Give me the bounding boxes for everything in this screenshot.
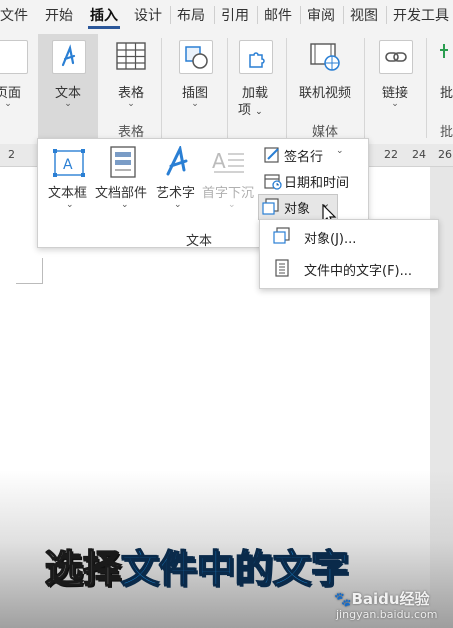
addins-button[interactable]: 加载 项 ⌄ xyxy=(232,38,278,118)
signature-line-button[interactable]: 签名行 ⌄ xyxy=(262,144,354,166)
chevron-down-icon: ⌄ xyxy=(66,200,74,210)
tab-separator xyxy=(170,6,171,24)
ruler-number: 26 xyxy=(438,148,452,161)
watermark-brand: 🐾Baidu经验 xyxy=(334,588,430,609)
tab-separator xyxy=(386,6,387,24)
baidu-paw-icon: 🐾 xyxy=(334,592,352,608)
margin-corner-mark xyxy=(16,283,43,284)
quick-parts-icon xyxy=(109,146,137,182)
date-time-label: 日期和时间 xyxy=(284,176,350,191)
illustrations-button[interactable]: 插图 ⌄ xyxy=(170,38,220,109)
svg-text:A: A xyxy=(212,149,226,173)
online-video-label: 联机视频 xyxy=(298,86,351,101)
wordart-button[interactable]: 艺术字 ⌄ xyxy=(156,144,200,216)
ribbon-group-separator xyxy=(227,38,228,138)
quick-parts-button[interactable]: 文档部件 ⌄ xyxy=(95,146,155,216)
ribbon-group-separator xyxy=(426,38,427,138)
tab-developer[interactable]: 开发工具 xyxy=(393,5,449,25)
wordart-label: 艺术字 xyxy=(156,186,196,201)
tab-insert[interactable]: 插入 xyxy=(90,5,118,25)
tab-review[interactable]: 审阅 xyxy=(307,5,335,25)
quick-parts-label: 文档部件 xyxy=(95,186,148,201)
active-tab-indicator xyxy=(88,26,120,29)
calendar-icon xyxy=(264,172,282,194)
comment-label: 批 xyxy=(440,86,453,101)
watermark-brand-text: Baidu经验 xyxy=(351,590,430,608)
chevron-down-icon: ⌄ xyxy=(121,200,129,210)
ruler-number: 22 xyxy=(384,148,398,161)
ruler-number: 24 xyxy=(412,148,426,161)
textbox-label: 文本框 xyxy=(48,186,88,201)
textbox-icon: A xyxy=(52,148,86,182)
tab-separator xyxy=(300,6,301,24)
margin-corner-mark xyxy=(42,258,43,284)
svg-text:A: A xyxy=(63,157,73,173)
chevron-down-icon: ⌄ xyxy=(391,99,399,109)
object-label: 对象 xyxy=(284,202,311,217)
online-video-icon xyxy=(309,40,341,72)
textbox-button[interactable]: A 文本框 ⌄ xyxy=(48,146,92,216)
text-button[interactable]: 文本 ⌄ xyxy=(38,38,98,109)
submenu-object-label: 对象(J)... xyxy=(304,232,357,247)
comment-button[interactable]: 批 xyxy=(436,38,453,106)
tab-separator xyxy=(343,6,344,24)
tab-view[interactable]: 视图 xyxy=(350,5,378,25)
submenu-text-from-file-label: 文件中的文字(F)... xyxy=(304,264,413,279)
wordart-icon xyxy=(162,144,192,182)
link-button[interactable]: 链接 ⌄ xyxy=(372,38,418,109)
date-time-button[interactable]: 日期和时间 xyxy=(262,170,362,192)
addins-label-2-text: 项 xyxy=(238,103,252,118)
chevron-down-icon: ⌄ xyxy=(228,200,236,210)
chevron-down-icon: ⌄ xyxy=(64,99,72,109)
ribbon-group-separator xyxy=(286,38,287,138)
pages-icon xyxy=(0,40,28,74)
addins-icon xyxy=(239,40,273,74)
addins-label-2: 项 ⌄ xyxy=(238,99,263,118)
chevron-down-icon: ⌄ xyxy=(127,99,135,109)
tab-separator xyxy=(257,6,258,24)
text-icon xyxy=(52,40,86,74)
chevron-down-icon: ⌄ xyxy=(255,107,263,117)
ribbon-group-separator xyxy=(364,38,365,138)
chevron-down-icon: ⌄ xyxy=(191,99,199,109)
pages-button[interactable]: 页面 ⌄ xyxy=(0,38,28,109)
ribbon-group-separator xyxy=(161,38,162,138)
tab-layout[interactable]: 布局 xyxy=(177,5,205,25)
chevron-down-icon: ⌄ xyxy=(174,200,182,210)
comment-group-label: 批 xyxy=(440,125,453,140)
submenu-item-object[interactable]: 对象(J)... xyxy=(262,224,434,250)
document-icon xyxy=(274,259,290,281)
link-icon xyxy=(379,40,413,74)
signature-icon xyxy=(264,146,282,168)
caption-part-1: 选择 xyxy=(44,546,122,592)
chevron-down-icon: ⌄ xyxy=(4,99,12,109)
table-button[interactable]: 表格 ⌄ xyxy=(106,38,156,109)
tab-mailings[interactable]: 邮件 xyxy=(264,5,292,25)
tab-home[interactable]: 开始 xyxy=(45,5,73,25)
object-icon xyxy=(262,198,280,220)
table-icon xyxy=(115,40,147,72)
ruler-number: 2 xyxy=(8,148,15,161)
object-icon xyxy=(273,227,291,249)
online-video-button[interactable]: 联机视频 xyxy=(292,38,358,106)
tab-references[interactable]: 引用 xyxy=(221,5,249,25)
signature-line-label: 签名行 xyxy=(284,150,324,165)
chevron-down-icon: ⌄ xyxy=(336,146,344,156)
caption-part-2: 文件中的文字 xyxy=(120,546,350,592)
text-group-label: 文本 xyxy=(186,234,213,249)
comment-icon xyxy=(440,42,453,74)
watermark-url: jingyan.baidu.com xyxy=(336,608,438,621)
tab-design[interactable]: 设计 xyxy=(134,5,162,25)
shapes-icon xyxy=(179,40,213,74)
dropcap-icon: A xyxy=(212,148,246,180)
tab-separator xyxy=(214,6,215,24)
dropcap-label: 首字下沉 xyxy=(202,186,255,201)
tab-file[interactable]: 文件 xyxy=(0,5,28,25)
video-caption: 选择文件中的文字 xyxy=(44,538,350,593)
submenu-item-text-from-file[interactable]: 文件中的文字(F)... xyxy=(262,256,434,282)
dropcap-button: A 首字下沉 ⌄ xyxy=(202,146,258,216)
